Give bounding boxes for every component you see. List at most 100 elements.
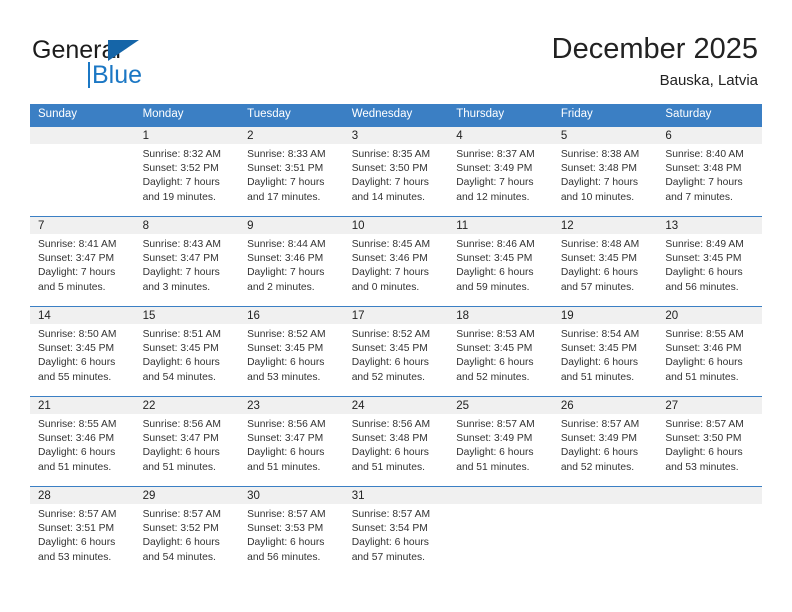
calendar-day-cell[interactable]: 27 Sunrise: 8:57 AM Sunset: 3:50 PM Dayligh… xyxy=(657,396,762,487)
daylight-duration-line1: Daylight: 7 hours xyxy=(351,177,429,189)
calendar-day-cell[interactable]: 1 Sunrise: 8:32 AM Sunset: 3:52 PM Daylight… xyxy=(134,126,240,217)
day-details: Sunrise: 8:49 AM Sunset: 3:45 PM Daylight:… xyxy=(657,234,762,295)
day-number xyxy=(657,487,762,504)
daylight-duration-line1: Daylight: 6 hours xyxy=(247,447,325,459)
calendar-day-cell[interactable]: 9 Sunrise: 8:44 AM Sunset: 3:46 PM Daylight… xyxy=(239,216,344,307)
day-number: 19 xyxy=(552,307,658,324)
triangle-logo-icon xyxy=(108,40,139,61)
day-number: 23 xyxy=(239,397,344,414)
weekday-header-monday: Monday xyxy=(134,104,240,127)
calendar-day-cell[interactable]: 28 Sunrise: 8:57 AM Sunset: 3:51 PM Dayligh… xyxy=(30,486,135,576)
calendar-day-cell[interactable]: 22 Sunrise: 8:56 AM Sunset: 3:47 PM Dayligh… xyxy=(134,396,240,487)
day-details: Sunrise: 8:51 AM Sunset: 3:45 PM Daylight:… xyxy=(135,324,240,385)
daylight-duration-line2: and 51 minutes. xyxy=(456,461,530,473)
calendar-day-cell[interactable]: 18 Sunrise: 8:53 AM Sunset: 3:45 PM Dayligh… xyxy=(448,306,553,397)
daylight-duration-line1: Daylight: 7 hours xyxy=(665,177,743,189)
calendar-day-cell[interactable]: 19 Sunrise: 8:54 AM Sunset: 3:45 PM Dayligh… xyxy=(552,306,658,397)
daylight-duration-line2: and 52 minutes. xyxy=(351,371,425,383)
calendar-day-cell[interactable]: 24 Sunrise: 8:56 AM Sunset: 3:48 PM Dayligh… xyxy=(343,396,449,487)
calendar-day-cell[interactable]: 3 Sunrise: 8:35 AM Sunset: 3:50 PM Daylight… xyxy=(343,126,449,217)
day-number: 6 xyxy=(657,127,762,144)
weekday-header-wednesday: Wednesday xyxy=(343,104,449,127)
day-number: 17 xyxy=(343,307,449,324)
calendar-day-cell[interactable]: 23 Sunrise: 8:56 AM Sunset: 3:47 PM Dayligh… xyxy=(239,396,344,487)
day-number: 9 xyxy=(239,217,344,234)
daylight-duration-line1: Daylight: 6 hours xyxy=(665,357,743,369)
sunset-time: Sunset: 3:45 PM xyxy=(456,253,533,265)
calendar-day-cell[interactable]: 25 Sunrise: 8:57 AM Sunset: 3:49 PM Dayligh… xyxy=(448,396,553,487)
day-details: Sunrise: 8:53 AM Sunset: 3:45 PM Daylight:… xyxy=(448,324,553,385)
sunrise-time: Sunrise: 8:57 AM xyxy=(247,509,326,520)
calendar-day-cell[interactable]: 6 Sunrise: 8:40 AM Sunset: 3:48 PM Daylight… xyxy=(657,126,762,217)
calendar-week-row: 7 Sunrise: 8:41 AM Sunset: 3:47 PM Daylight… xyxy=(30,216,762,307)
sunrise-time: Sunrise: 8:57 AM xyxy=(142,509,221,520)
location-subtitle: Bauska, Latvia xyxy=(659,72,758,89)
calendar-day-cell[interactable]: 16 Sunrise: 8:52 AM Sunset: 3:45 PM Dayligh… xyxy=(239,306,344,397)
sunrise-time: Sunrise: 8:54 AM xyxy=(560,329,640,340)
calendar-day-cell[interactable]: 26 Sunrise: 8:57 AM Sunset: 3:49 PM Dayligh… xyxy=(552,396,658,487)
calendar-week-row: 28 Sunrise: 8:57 AM Sunset: 3:51 PM Dayligh… xyxy=(30,486,762,576)
day-number: 30 xyxy=(239,487,344,504)
sunrise-time: Sunrise: 8:56 AM xyxy=(247,419,326,430)
day-number: 10 xyxy=(343,217,449,234)
calendar-day-cell-empty xyxy=(552,486,658,576)
calendar-day-cell[interactable]: 7 Sunrise: 8:41 AM Sunset: 3:47 PM Daylight… xyxy=(30,216,135,307)
calendar-day-cell[interactable]: 30 Sunrise: 8:57 AM Sunset: 3:53 PM Dayligh… xyxy=(239,486,344,576)
sunset-time: Sunset: 3:49 PM xyxy=(456,163,533,175)
sunrise-time: Sunrise: 8:55 AM xyxy=(38,419,117,430)
day-number: 16 xyxy=(239,307,344,324)
calendar-day-cell[interactable]: 14 Sunrise: 8:50 AM Sunset: 3:45 PM Dayligh… xyxy=(30,306,135,397)
day-number: 29 xyxy=(134,487,240,504)
daylight-duration-line1: Daylight: 6 hours xyxy=(142,447,220,459)
sunset-time: Sunset: 3:45 PM xyxy=(38,343,115,355)
daylight-duration-line1: Daylight: 6 hours xyxy=(560,447,639,459)
sunset-time: Sunset: 3:45 PM xyxy=(142,343,219,355)
day-details: Sunrise: 8:56 AM Sunset: 3:47 PM Daylight:… xyxy=(239,414,344,475)
calendar-body: 1 Sunrise: 8:32 AM Sunset: 3:52 PM Daylight… xyxy=(30,126,762,576)
calendar-day-cell[interactable]: 17 Sunrise: 8:52 AM Sunset: 3:45 PM Dayligh… xyxy=(343,306,449,397)
day-details: Sunrise: 8:55 AM Sunset: 3:46 PM Daylight:… xyxy=(30,414,135,475)
calendar-day-cell[interactable]: 8 Sunrise: 8:43 AM Sunset: 3:47 PM Daylight… xyxy=(134,216,240,307)
day-number: 26 xyxy=(552,397,658,414)
calendar-day-cell[interactable]: 13 Sunrise: 8:49 AM Sunset: 3:45 PM Dayligh… xyxy=(657,216,762,307)
day-number: 27 xyxy=(657,397,762,414)
daylight-duration-line1: Daylight: 7 hours xyxy=(560,177,639,189)
daylight-duration-line1: Daylight: 6 hours xyxy=(38,447,116,459)
daylight-duration-line2: and 53 minutes. xyxy=(38,551,112,563)
daylight-duration-line2: and 52 minutes. xyxy=(456,371,530,383)
daylight-duration-line2: and 56 minutes. xyxy=(247,551,321,563)
day-details: Sunrise: 8:56 AM Sunset: 3:48 PM Daylight:… xyxy=(344,414,449,475)
sunrise-time: Sunrise: 8:38 AM xyxy=(560,149,640,160)
daylight-duration-line2: and 56 minutes. xyxy=(665,281,739,293)
day-details: Sunrise: 8:43 AM Sunset: 3:47 PM Daylight:… xyxy=(135,234,240,295)
day-details: Sunrise: 8:57 AM Sunset: 3:50 PM Daylight:… xyxy=(657,414,762,475)
sunrise-time: Sunrise: 8:49 AM xyxy=(665,239,744,250)
calendar-day-cell[interactable]: 20 Sunrise: 8:55 AM Sunset: 3:46 PM Dayligh… xyxy=(657,306,762,397)
day-number: 8 xyxy=(134,217,240,234)
daylight-duration-line1: Daylight: 6 hours xyxy=(247,537,325,549)
calendar-day-cell[interactable]: 15 Sunrise: 8:51 AM Sunset: 3:45 PM Dayligh… xyxy=(134,306,240,397)
day-details: Sunrise: 8:57 AM Sunset: 3:51 PM Daylight:… xyxy=(30,504,135,565)
daylight-duration-line1: Daylight: 6 hours xyxy=(560,267,639,279)
calendar-day-cell[interactable]: 12 Sunrise: 8:48 AM Sunset: 3:45 PM Dayligh… xyxy=(552,216,658,307)
daylight-duration-line2: and 5 minutes. xyxy=(38,281,106,293)
page-header: General Blue December 2025 Bauska, Latvi… xyxy=(0,0,792,104)
calendar-day-cell[interactable]: 4 Sunrise: 8:37 AM Sunset: 3:49 PM Daylight… xyxy=(448,126,553,217)
calendar-day-cell[interactable]: 31 Sunrise: 8:57 AM Sunset: 3:54 PM Dayligh… xyxy=(343,486,449,576)
calendar-header-row: Sunday Monday Tuesday Wednesday Thursday… xyxy=(30,104,762,127)
day-number xyxy=(448,487,553,504)
daylight-duration-line1: Daylight: 6 hours xyxy=(142,537,220,549)
day-details: Sunrise: 8:52 AM Sunset: 3:45 PM Daylight:… xyxy=(344,324,449,385)
calendar-day-cell[interactable]: 10 Sunrise: 8:45 AM Sunset: 3:46 PM Dayligh… xyxy=(343,216,449,307)
calendar-day-cell[interactable]: 21 Sunrise: 8:55 AM Sunset: 3:46 PM Dayligh… xyxy=(30,396,135,487)
brand-logo[interactable]: General Blue xyxy=(32,36,212,89)
calendar-day-cell[interactable]: 2 Sunrise: 8:33 AM Sunset: 3:51 PM Daylight… xyxy=(239,126,344,217)
day-number: 11 xyxy=(448,217,553,234)
day-number: 4 xyxy=(448,127,553,144)
calendar-day-cell[interactable]: 11 Sunrise: 8:46 AM Sunset: 3:45 PM Dayligh… xyxy=(448,216,553,307)
calendar-day-cell[interactable]: 29 Sunrise: 8:57 AM Sunset: 3:52 PM Dayligh… xyxy=(134,486,240,576)
daylight-duration-line1: Daylight: 6 hours xyxy=(142,357,220,369)
day-number: 3 xyxy=(343,127,449,144)
day-details: Sunrise: 8:41 AM Sunset: 3:47 PM Daylight:… xyxy=(30,234,135,295)
calendar-day-cell[interactable]: 5 Sunrise: 8:38 AM Sunset: 3:48 PM Daylight… xyxy=(552,126,658,217)
